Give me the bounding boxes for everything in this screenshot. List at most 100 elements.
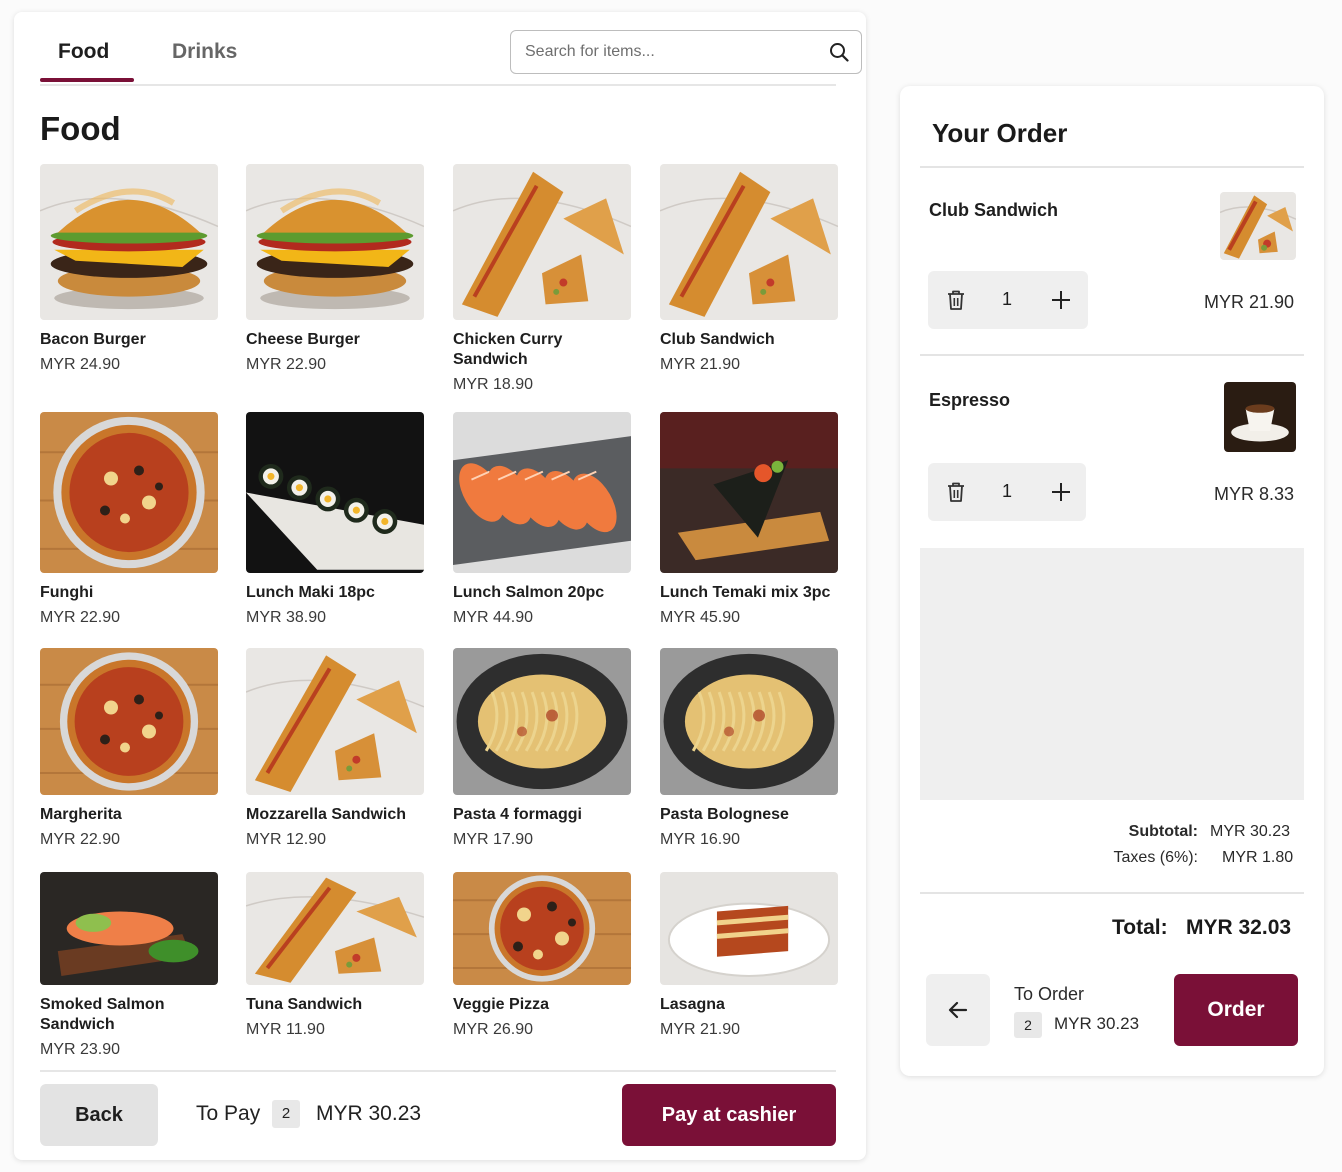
- category-tabs: Food Drinks: [40, 12, 862, 86]
- menu-item-image: [453, 648, 631, 795]
- search-box[interactable]: [510, 30, 862, 74]
- menu-item-name: Veggie Pizza: [453, 996, 550, 1013]
- menu-item-image: [660, 872, 838, 985]
- divider: [920, 166, 1304, 168]
- menu-item-image: [660, 164, 838, 320]
- menu-item-card[interactable]: Lunch Temaki mix 3pc MYR 45.90: [660, 412, 846, 627]
- to-order-label: To Order: [1014, 984, 1085, 1004]
- order-empty-area: [920, 548, 1304, 800]
- menu-item-image: [246, 872, 424, 985]
- order-item-name: Club Sandwich: [929, 200, 1059, 220]
- menu-item-price: MYR 22.90: [246, 356, 327, 373]
- menu-item-name: Chicken Curry Sandwich: [453, 331, 563, 368]
- menu-item-image: [40, 164, 218, 320]
- menu-item-card[interactable]: Funghi MYR 22.90: [40, 412, 226, 627]
- menu-item-image: [453, 164, 631, 320]
- back-arrow-button[interactable]: [926, 974, 990, 1046]
- menu-item-price: MYR 18.90: [453, 376, 534, 393]
- menu-item-image: [246, 412, 424, 573]
- menu-item-card[interactable]: Chicken Curry Sandwich MYR 18.90: [453, 164, 639, 394]
- menu-item-name: Margherita: [40, 806, 122, 823]
- section-title: Food: [40, 110, 121, 147]
- menu-item-card[interactable]: Lunch Salmon 20pc MYR 44.90: [453, 412, 639, 627]
- menu-item-name: Mozzarella Sandwich: [246, 806, 407, 823]
- order-item-image: [1224, 382, 1296, 452]
- menu-item-name: Lunch Temaki mix 3pc: [660, 584, 831, 601]
- menu-item-price: MYR 45.90: [660, 609, 741, 626]
- arrow-left-icon: [948, 1001, 968, 1019]
- quantity-stepper: 1: [928, 463, 1086, 521]
- menu-item-card[interactable]: Mozzarella Sandwich MYR 12.90: [246, 648, 432, 849]
- menu-item-image: [246, 648, 424, 795]
- menu-item-card[interactable]: Pasta 4 formaggi MYR 17.90: [453, 648, 639, 849]
- menu-item-card[interactable]: Cheese Burger MYR 22.90: [246, 164, 432, 374]
- divider: [920, 892, 1304, 894]
- tab-food[interactable]: Food: [58, 40, 109, 64]
- search-icon[interactable]: [829, 42, 849, 62]
- order-item-price: MYR 8.33: [1213, 484, 1294, 504]
- taxes-value: MYR 1.80: [1222, 849, 1294, 866]
- menu-item-name: Tuna Sandwich: [246, 996, 363, 1013]
- divider: [920, 354, 1304, 356]
- search-input[interactable]: [525, 41, 815, 63]
- menu-item-card[interactable]: Lasagna MYR 21.90: [660, 872, 846, 1039]
- trash-icon[interactable]: [946, 289, 966, 311]
- menu-item-name: Pasta Bolognese: [660, 806, 789, 823]
- plus-icon[interactable]: [1050, 481, 1072, 503]
- taxes-label: Taxes (6%):: [1113, 849, 1198, 866]
- order-button[interactable]: Order: [1174, 974, 1298, 1046]
- menu-panel: Food Drinks Food Bacon Burger MYR 24.90 Ch…: [14, 12, 866, 1160]
- menu-item-name: Lasagna: [660, 996, 725, 1013]
- menu-item-image: [40, 648, 218, 795]
- trash-icon[interactable]: [946, 481, 966, 503]
- menu-item-price: MYR 22.90: [40, 609, 121, 626]
- quantity-value: 1: [1002, 481, 1013, 501]
- subtotal-label: Subtotal:: [1128, 823, 1198, 840]
- menu-item-name: Club Sandwich: [660, 331, 775, 348]
- menu-item-card[interactable]: Smoked Salmon Sandwich MYR 23.90: [40, 872, 226, 1059]
- menu-item-price: MYR 17.90: [453, 831, 534, 848]
- order-title: Your Order: [932, 118, 1068, 148]
- menu-item-price: MYR 21.90: [660, 1021, 741, 1038]
- menu-item-price: MYR 44.90: [453, 609, 534, 626]
- menu-item-card[interactable]: Pasta Bolognese MYR 16.90: [660, 648, 846, 849]
- menu-item-image: [453, 872, 631, 985]
- menu-item-name: Bacon Burger: [40, 331, 146, 348]
- to-pay-amount: MYR 30.23: [316, 1102, 422, 1125]
- menu-item-name: Funghi: [40, 584, 94, 601]
- to-pay-count-badge: 2: [272, 1100, 300, 1128]
- menu-item-image: [660, 412, 838, 573]
- menu-item-image: [660, 648, 838, 795]
- order-item-price: MYR 21.90: [1203, 292, 1294, 312]
- menu-item-card[interactable]: Margherita MYR 22.90: [40, 648, 226, 849]
- order-panel: Your Order Club Sandwich 1 MYR 21.90 Esp…: [900, 86, 1324, 1076]
- bottom-bar: Back To Pay 2 MYR 30.23 Pay at cashier: [40, 1070, 836, 1150]
- menu-item-card[interactable]: Bacon Burger MYR 24.90: [40, 164, 226, 374]
- pay-at-cashier-button[interactable]: Pay at cashier: [622, 1084, 836, 1146]
- menu-item-name: Lunch Salmon 20pc: [453, 584, 605, 601]
- active-tab-indicator: [40, 78, 134, 82]
- menu-item-price: MYR 38.90: [246, 609, 327, 626]
- quantity-value: 1: [1002, 289, 1013, 309]
- menu-item-price: MYR 24.90: [40, 356, 121, 373]
- menu-item-price: MYR 22.90: [40, 831, 121, 848]
- to-pay-label: To Pay: [196, 1102, 261, 1125]
- menu-item-image: [246, 164, 424, 320]
- menu-item-card[interactable]: Lunch Maki 18pc MYR 38.90: [246, 412, 432, 627]
- menu-item-price: MYR 11.90: [246, 1021, 325, 1038]
- menu-item-name: Smoked Salmon Sandwich: [40, 996, 165, 1033]
- menu-item-card[interactable]: Veggie Pizza MYR 26.90: [453, 872, 639, 1039]
- to-order-amount: MYR 30.23: [1054, 1014, 1140, 1033]
- menu-item-card[interactable]: Tuna Sandwich MYR 11.90: [246, 872, 432, 1039]
- menu-item-image: [40, 872, 218, 985]
- menu-item-price: MYR 21.90: [660, 356, 741, 373]
- tab-drinks[interactable]: Drinks: [172, 40, 237, 64]
- back-button[interactable]: Back: [40, 1084, 158, 1146]
- menu-item-card[interactable]: Club Sandwich MYR 21.90: [660, 164, 846, 374]
- menu-item-name: Cheese Burger: [246, 331, 360, 348]
- plus-icon[interactable]: [1050, 289, 1072, 311]
- menu-item-image: [453, 412, 631, 573]
- menu-item-price: MYR 23.90: [40, 1041, 121, 1058]
- subtotal-value: MYR 30.23: [1210, 823, 1291, 840]
- total-value: MYR 32.03: [1186, 916, 1292, 939]
